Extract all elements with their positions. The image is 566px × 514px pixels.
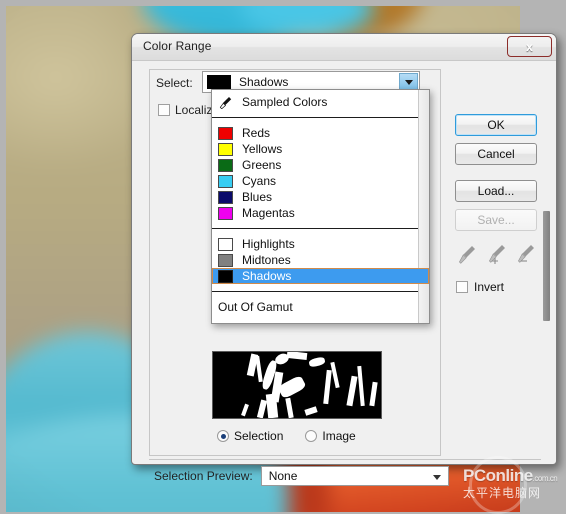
dropdown-item-label: Shadows xyxy=(242,269,292,283)
select-label: Select: xyxy=(156,76,193,90)
watermark: PConline.com.cn 太平洋电脑网 xyxy=(463,456,563,514)
dialog-title: Color Range xyxy=(143,39,212,53)
eyedropper-icon[interactable] xyxy=(456,243,478,267)
preview-mode-radio-group: Selection Image xyxy=(217,429,356,443)
color-swatch xyxy=(218,253,233,267)
radio-image[interactable]: Image xyxy=(305,429,356,443)
dropdown-item-blues[interactable]: Blues xyxy=(212,189,429,205)
ok-button-label: OK xyxy=(487,118,505,132)
preview-thumbnail[interactable] xyxy=(212,351,382,419)
selection-preview-combobox[interactable]: None xyxy=(260,466,449,486)
eyedropper-icon xyxy=(218,96,233,109)
dropdown-separator xyxy=(212,117,429,118)
color-swatch xyxy=(218,174,233,188)
dialog-edge-strip xyxy=(543,211,550,321)
dropdown-item-label: Reds xyxy=(242,126,271,140)
dropdown-item-yellows[interactable]: Yellows xyxy=(212,141,429,157)
checkbox-icon xyxy=(158,104,170,116)
close-icon: x xyxy=(526,39,533,54)
selection-preview-value: None xyxy=(268,469,298,483)
watermark-ring xyxy=(469,456,527,514)
dropdown-separator xyxy=(212,291,429,292)
radio-selection-icon xyxy=(217,430,229,442)
color-swatch xyxy=(218,158,233,172)
dropdown-item-label: Yellows xyxy=(242,142,283,156)
localized-color-clusters-checkbox[interactable]: Localize xyxy=(158,103,219,117)
dropdown-item-label: Out Of Gamut xyxy=(218,300,293,314)
checkbox-icon xyxy=(456,281,468,293)
dropdown-item-magentas[interactable]: Magentas xyxy=(212,205,429,221)
cancel-button[interactable]: Cancel xyxy=(455,143,537,165)
dropdown-item-sampled-colors[interactable]: Sampled Colors xyxy=(212,94,429,110)
radio-selection-label: Selection xyxy=(234,429,284,443)
cancel-button-label: Cancel xyxy=(477,147,515,161)
select-value: Shadows xyxy=(239,75,289,89)
chevron-down-icon xyxy=(432,475,441,480)
dropdown-item-reds[interactable]: Reds xyxy=(212,125,429,141)
dropdown-item-label: Midtones xyxy=(242,253,291,267)
dropdown-item-midtones[interactable]: Midtones xyxy=(212,252,429,268)
watermark-domain-text: .com.cn xyxy=(532,474,558,483)
dropdown-separator xyxy=(212,228,429,229)
color-swatch xyxy=(218,126,233,140)
dropdown-item-shadows[interactable]: Shadows xyxy=(212,268,429,284)
selection-preview-label: Selection Preview: xyxy=(154,469,253,483)
dropdown-item-out-of-gamut[interactable]: Out Of Gamut xyxy=(212,299,429,315)
load-button[interactable]: Load... xyxy=(455,180,537,202)
radio-selection[interactable]: Selection xyxy=(217,429,283,443)
radio-image-label: Image xyxy=(322,429,356,443)
load-button-label: Load... xyxy=(477,184,515,198)
color-swatch xyxy=(218,142,233,156)
ok-button[interactable]: OK xyxy=(455,114,537,136)
eyedropper-add-icon[interactable] xyxy=(485,243,511,267)
dropdown-item-label: Highlights xyxy=(242,237,295,251)
save-button: Save... xyxy=(455,209,537,231)
radio-image-icon xyxy=(305,430,318,442)
select-dropdown-list[interactable]: Sampled Colors Reds Yellows Greens Cyans… xyxy=(211,89,430,324)
color-swatch xyxy=(218,269,233,283)
eyedropper-toolbar xyxy=(456,243,538,269)
select-swatch xyxy=(207,75,231,89)
color-swatch xyxy=(218,237,233,251)
dropdown-item-label: Cyans xyxy=(242,174,277,188)
invert-checkbox[interactable]: Invert xyxy=(456,280,504,294)
close-button[interactable]: x xyxy=(507,36,552,57)
dropdown-item-cyans[interactable]: Cyans xyxy=(212,173,429,189)
dropdown-item-greens[interactable]: Greens xyxy=(212,157,429,173)
dialog-title-bar[interactable]: Color Range x xyxy=(132,34,556,61)
dropdown-item-label: Magentas xyxy=(242,206,295,220)
dropdown-item-label: Greens xyxy=(242,158,282,172)
dropdown-item-label: Sampled Colors xyxy=(242,95,328,109)
invert-label: Invert xyxy=(474,280,505,294)
selection-preview-row: Selection Preview: None xyxy=(154,466,449,486)
dropdown-item-label: Blues xyxy=(242,190,273,204)
color-swatch xyxy=(218,206,233,220)
dropdown-item-highlights[interactable]: Highlights xyxy=(212,236,429,252)
eyedropper-subtract-icon[interactable] xyxy=(514,243,540,267)
save-button-label: Save... xyxy=(477,213,515,227)
color-swatch xyxy=(218,190,233,204)
